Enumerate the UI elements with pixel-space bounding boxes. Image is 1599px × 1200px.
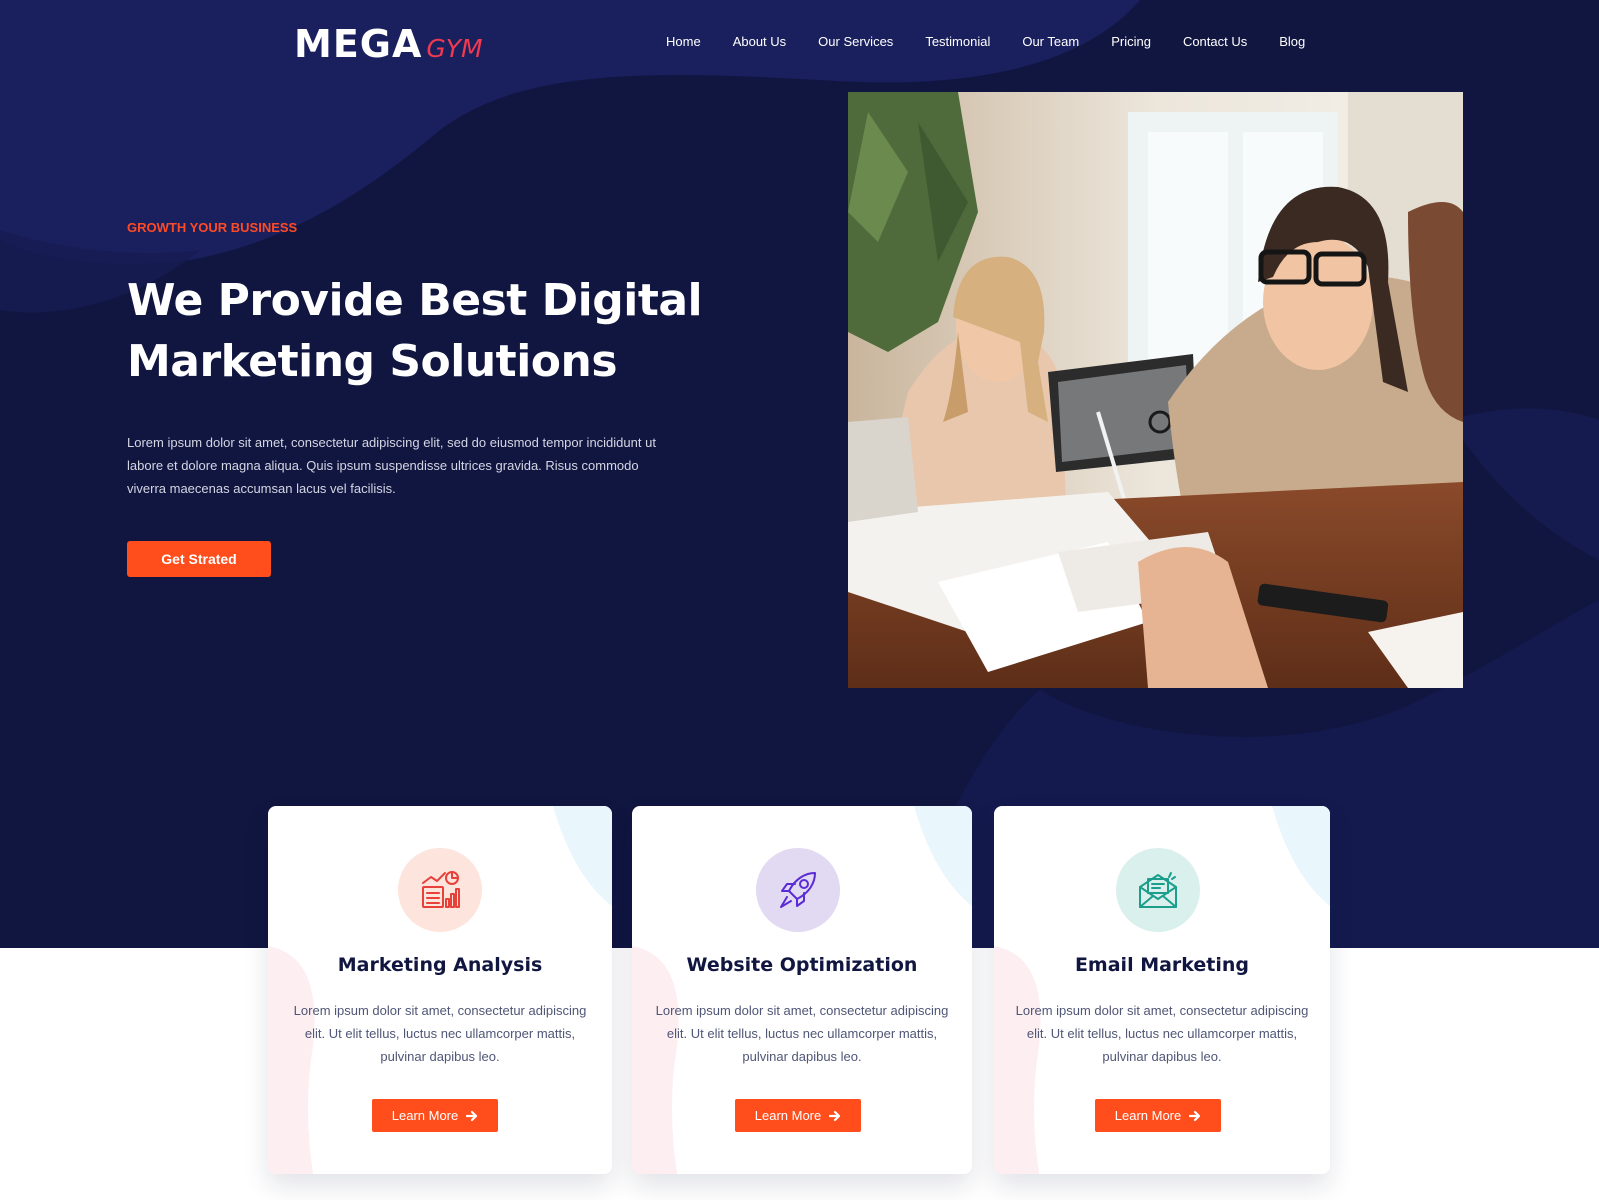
arrow-right-icon xyxy=(466,1110,478,1121)
nav-pricing[interactable]: Pricing xyxy=(1111,34,1151,49)
nav-home[interactable]: Home xyxy=(666,34,701,49)
service-title: Marketing Analysis xyxy=(337,954,543,976)
hero-title: We Provide Best Digital Marketing Soluti… xyxy=(127,270,767,392)
email-envelope-icon xyxy=(1139,872,1177,908)
service-icon-circle xyxy=(398,848,482,932)
service-description: Lorem ipsum dolor sit amet, consectetur … xyxy=(293,1003,587,1064)
rocket-icon xyxy=(780,872,816,908)
hero-eyebrow: GROWTH YOUR BUSINESS xyxy=(127,220,298,235)
learn-more-label: Learn More xyxy=(1114,1108,1182,1123)
get-started-button[interactable]: Get Strated xyxy=(127,541,271,577)
nav-contact-us[interactable]: Contact Us xyxy=(1183,34,1247,49)
learn-more-label: Learn More xyxy=(391,1108,459,1123)
arrow-right-icon xyxy=(1189,1110,1201,1121)
hero-title-line-1: We Provide Best Digital xyxy=(127,275,703,326)
service-card-email-marketing: Email Marketing Lorem ipsum dolor sit am… xyxy=(994,806,1330,1174)
service-icon-circle xyxy=(1116,848,1200,932)
service-description: Lorem ipsum dolor sit amet, consectetur … xyxy=(1015,1003,1309,1064)
nav-our-services[interactable]: Our Services xyxy=(818,34,893,49)
learn-more-label: Learn More xyxy=(754,1108,822,1123)
logo-text-sub: GYM xyxy=(426,34,483,63)
analytics-chart-icon xyxy=(422,871,460,908)
service-description: Lorem ipsum dolor sit amet, consectetur … xyxy=(655,1003,949,1064)
learn-more-button[interactable]: Learn More xyxy=(735,1099,861,1132)
logo-text-main: MEGA xyxy=(294,22,423,66)
service-card-marketing-analysis: Marketing Analysis Lorem ipsum dolor sit… xyxy=(268,806,612,1174)
nav-testimonial[interactable]: Testimonial xyxy=(925,34,990,49)
nav-about-us[interactable]: About Us xyxy=(733,34,786,49)
service-title: Website Optimization xyxy=(686,954,918,976)
hero-photo-business-meeting xyxy=(848,92,1463,688)
learn-more-button[interactable]: Learn More xyxy=(372,1099,498,1132)
service-icon-circle xyxy=(756,848,840,932)
service-card-website-optimization: Website Optimization Lorem ipsum dolor s… xyxy=(632,806,972,1174)
service-title: Email Marketing xyxy=(1074,954,1250,976)
logo[interactable]: MEGA GYM xyxy=(294,22,483,66)
hero-title-line-2: Marketing Solutions xyxy=(127,336,618,387)
hero-description: Lorem ipsum dolor sit amet, consectetur … xyxy=(127,435,656,496)
learn-more-button[interactable]: Learn More xyxy=(1095,1099,1221,1132)
hero-photo-illustration xyxy=(848,92,1463,688)
nav-blog[interactable]: Blog xyxy=(1279,34,1305,49)
nav-our-team[interactable]: Our Team xyxy=(1022,34,1079,49)
main-nav: Home About Us Our Services Testimonial O… xyxy=(666,34,1305,49)
arrow-right-icon xyxy=(829,1110,841,1121)
